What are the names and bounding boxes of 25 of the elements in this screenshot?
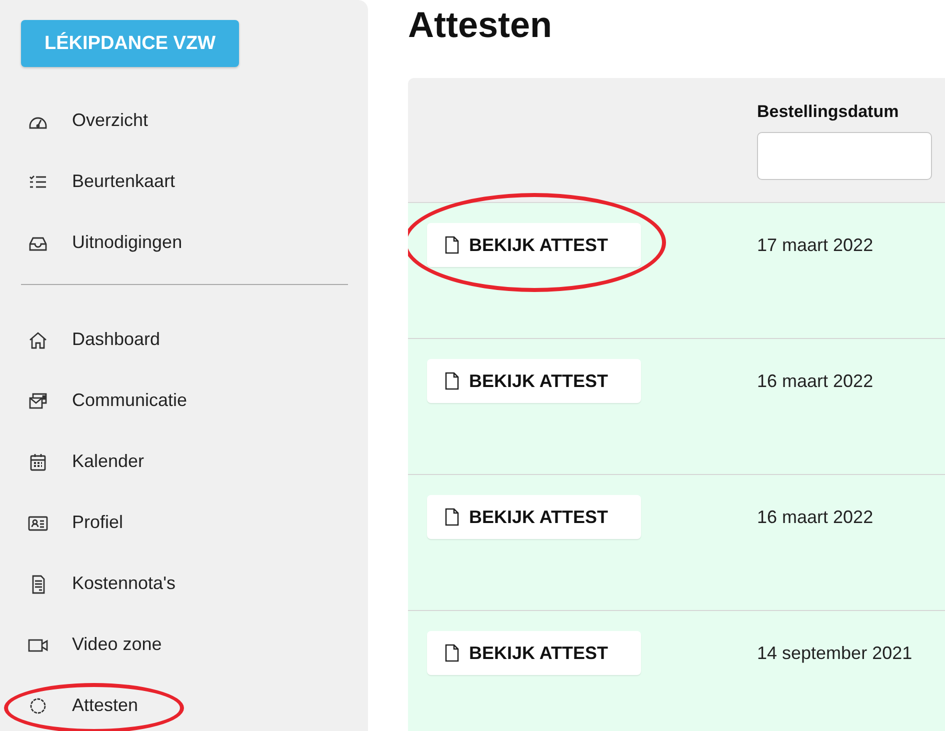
nav-item[interactable]: Dashboard (21, 309, 348, 370)
page-title: Attesten (408, 4, 554, 46)
view-certificate-button[interactable]: BEKIJK ATTEST (427, 359, 641, 403)
view-certificate-button[interactable]: BEKIJK ATTEST (427, 495, 641, 539)
column-header: Bestellingsdatum (757, 102, 900, 122)
document-icon (445, 508, 459, 526)
document-icon (445, 644, 459, 662)
nav-item[interactable]: Uitnodigingen (21, 212, 348, 273)
order-date: 16 maart 2022 (757, 506, 874, 529)
view-certificate-button[interactable]: BEKIJK ATTEST (427, 223, 641, 267)
nav-item[interactable]: Overzicht (21, 90, 348, 151)
nav-item[interactable]: Kalender (21, 431, 348, 492)
document-icon (445, 372, 459, 390)
order-date: 14 september 2021 (757, 642, 914, 665)
nav-item[interactable]: Video zone (21, 614, 348, 675)
order-date: 17 maart 2022 (757, 234, 874, 257)
document-icon (445, 236, 459, 254)
nav-item[interactable]: Attesten (21, 675, 348, 731)
view-certificate-button[interactable]: BEKIJK ATTEST (427, 631, 641, 675)
filter-field[interactable] (757, 132, 932, 180)
nav-item[interactable]: Communicatie (21, 370, 348, 431)
nav-item[interactable]: Beurtenkaart (21, 151, 348, 212)
order-date: 16 maart 2022 (757, 370, 874, 393)
nav-item[interactable]: Kostennota's (21, 553, 348, 614)
nav-item[interactable]: Profiel (21, 492, 348, 553)
